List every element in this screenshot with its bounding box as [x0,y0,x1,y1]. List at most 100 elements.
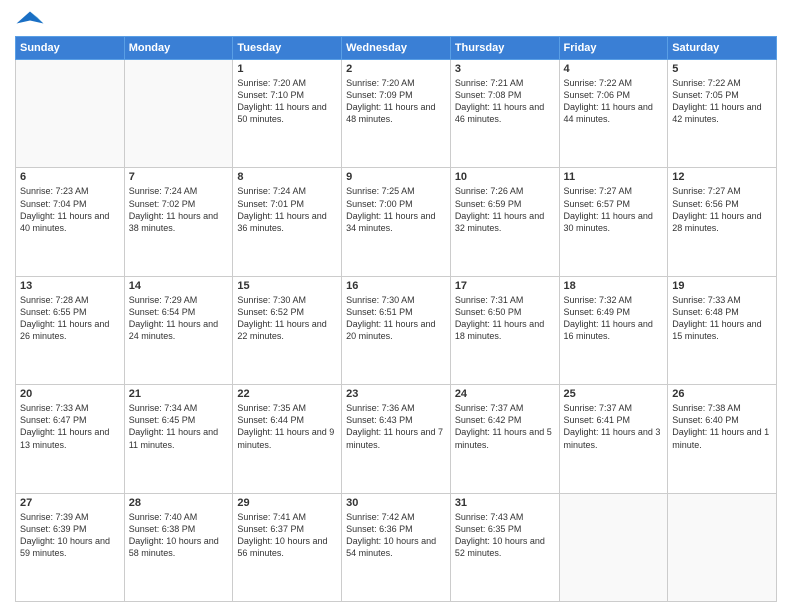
sunset-label: Sunset: 6:49 PM [564,307,631,317]
daylight-label: Daylight: 11 hours and 16 minutes. [564,319,653,341]
sunrise-label: Sunrise: 7:37 AM [455,403,524,413]
sunrise-label: Sunrise: 7:28 AM [20,295,89,305]
daylight-label: Daylight: 11 hours and 20 minutes. [346,319,435,341]
sunset-label: Sunset: 6:44 PM [237,415,304,425]
sunset-label: Sunset: 6:54 PM [129,307,196,317]
calendar-week-5: 27Sunrise: 7:39 AMSunset: 6:39 PMDayligh… [16,493,777,601]
daylight-label: Daylight: 11 hours and 9 minutes. [237,427,334,449]
sunset-label: Sunset: 7:01 PM [237,199,304,209]
daylight-label: Daylight: 11 hours and 36 minutes. [237,211,326,233]
day-number: 6 [20,171,120,183]
calendar-cell: 2 Sunrise: 7:20 AMSunset: 7:09 PMDaylight… [342,60,451,168]
sunrise-label: Sunrise: 7:23 AM [20,186,89,196]
sunrise-label: Sunrise: 7:25 AM [346,186,415,196]
sunrise-label: Sunrise: 7:32 AM [564,295,633,305]
calendar-cell: 31Sunrise: 7:43 AMSunset: 6:35 PMDayligh… [450,493,559,601]
daylight-label: Daylight: 11 hours and 7 minutes. [346,427,443,449]
day-number: 5 [672,63,772,75]
day-number: 22 [237,388,337,400]
calendar-cell: 8Sunrise: 7:24 AMSunset: 7:01 PMDaylight… [233,168,342,276]
calendar-cell: 24 Sunrise: 7:37 AMSunset: 6:42 PMDayligh… [450,385,559,493]
day-detail: Sunrise: 7:33 AMSunset: 6:47 PMDaylight:… [20,402,120,451]
sunrise-label: Sunrise: 7:37 AM [564,403,633,413]
day-detail: Sunrise: 7:37 AMSunset: 6:42 PMDaylight:… [455,402,555,451]
day-number: 17 [455,280,555,292]
sunrise-label: Sunrise: 7:22 AM [564,78,633,88]
day-number: 2 [346,63,446,75]
calendar-cell: 10Sunrise: 7:26 AMSunset: 6:59 PMDayligh… [450,168,559,276]
sunset-label: Sunset: 6:41 PM [564,415,631,425]
sunrise-label: Sunrise: 7:40 AM [129,512,198,522]
sunset-label: Sunset: 6:45 PM [129,415,196,425]
calendar-cell: 7Sunrise: 7:24 AMSunset: 7:02 PMDaylight… [124,168,233,276]
sunrise-label: Sunrise: 7:24 AM [237,186,306,196]
sunset-label: Sunset: 6:50 PM [455,307,522,317]
day-number: 24 [455,388,555,400]
sunset-label: Sunset: 7:05 PM [672,90,739,100]
weekday-header-saturday: Saturday [668,37,777,60]
day-number: 13 [20,280,120,292]
day-detail: Sunrise: 7:20 AMSunset: 7:09 PMDaylight:… [346,77,446,126]
calendar-cell: 28Sunrise: 7:40 AMSunset: 6:38 PMDayligh… [124,493,233,601]
day-number: 3 [455,63,555,75]
day-detail: Sunrise: 7:22 AMSunset: 7:05 PMDaylight:… [672,77,772,126]
daylight-label: Daylight: 11 hours and 44 minutes. [564,102,653,124]
day-number: 14 [129,280,229,292]
day-detail: Sunrise: 7:20 AMSunset: 7:10 PMDaylight:… [237,77,337,126]
calendar-cell: 17Sunrise: 7:31 AMSunset: 6:50 PMDayligh… [450,276,559,384]
day-number: 9 [346,171,446,183]
sunset-label: Sunset: 7:10 PM [237,90,304,100]
day-detail: Sunrise: 7:27 AMSunset: 6:57 PMDaylight:… [564,185,664,234]
daylight-label: Daylight: 11 hours and 28 minutes. [672,211,761,233]
calendar-cell: 20Sunrise: 7:33 AMSunset: 6:47 PMDayligh… [16,385,125,493]
calendar-cell: 11Sunrise: 7:27 AMSunset: 6:57 PMDayligh… [559,168,668,276]
calendar-cell: 22 Sunrise: 7:35 AM Sunset: 6:44 PM Dayligh… [233,385,342,493]
sunset-label: Sunset: 6:35 PM [455,524,522,534]
calendar-cell: 6Sunrise: 7:23 AMSunset: 7:04 PMDaylight… [16,168,125,276]
weekday-header-sunday: Sunday [16,37,125,60]
daylight-label: Daylight: 11 hours and 22 minutes. [237,319,326,341]
weekday-header-thursday: Thursday [450,37,559,60]
day-detail: Sunrise: 7:35 AM Sunset: 6:44 PM Daylight:… [237,402,337,451]
calendar-week-2: 6Sunrise: 7:23 AMSunset: 7:04 PMDaylight… [16,168,777,276]
day-detail: Sunrise: 7:42 AMSunset: 6:36 PMDaylight:… [346,511,446,560]
daylight-label: Daylight: 11 hours and 15 minutes. [672,319,761,341]
daylight-label: Daylight: 11 hours and 26 minutes. [20,319,109,341]
calendar-cell: 26Sunrise: 7:38 AMSunset: 6:40 PMDayligh… [668,385,777,493]
sunset-label: Sunset: 6:47 PM [20,415,87,425]
page: SundayMondayTuesdayWednesdayThursdayFrid… [0,0,792,612]
sunrise-label: Sunrise: 7:39 AM [20,512,89,522]
daylight-label: Daylight: 11 hours and 5 minutes. [455,427,552,449]
sunrise-label: Sunrise: 7:35 AM [237,403,306,413]
daylight-label: Daylight: 11 hours and 30 minutes. [564,211,653,233]
calendar-cell: 12Sunrise: 7:27 AMSunset: 6:56 PMDayligh… [668,168,777,276]
day-detail: Sunrise: 7:30 AMSunset: 6:51 PMDaylight:… [346,294,446,343]
day-number: 30 [346,497,446,509]
sunset-label: Sunset: 6:52 PM [237,307,304,317]
sunrise-label: Sunrise: 7:36 AM [346,403,415,413]
calendar-cell: 13 Sunrise: 7:28 AM Sunset: 6:55 PM Dayligh… [16,276,125,384]
sunset-label: Sunset: 6:55 PM [20,307,87,317]
day-number: 15 [237,280,337,292]
day-detail: Sunrise: 7:39 AMSunset: 6:39 PMDaylight:… [20,511,120,560]
daylight-label: Daylight: 11 hours and 48 minutes. [346,102,435,124]
weekday-header-tuesday: Tuesday [233,37,342,60]
calendar-cell: 1Sunrise: 7:20 AMSunset: 7:10 PMDaylight… [233,60,342,168]
sunset-label: Sunset: 6:57 PM [564,199,631,209]
day-detail: Sunrise: 7:22 AMSunset: 7:06 PMDaylight:… [564,77,664,126]
calendar-cell: 3Sunrise: 7:21 AMSunset: 7:08 PMDaylight… [450,60,559,168]
day-detail: Sunrise: 7:24 AMSunset: 7:02 PMDaylight:… [129,185,229,234]
day-detail: Sunrise: 7:43 AMSunset: 6:35 PMDaylight:… [455,511,555,560]
sunset-label: Sunset: 7:02 PM [129,199,196,209]
sunset-label: Sunset: 6:43 PM [346,415,413,425]
daylight-label: Daylight: 11 hours and 50 minutes. [237,102,326,124]
sunset-label: Sunset: 6:38 PM [129,524,196,534]
sunrise-label: Sunrise: 7:30 AM [346,295,415,305]
day-detail: Sunrise: 7:36 AM Sunset: 6:43 PM Daylight:… [346,402,446,451]
sunset-label: Sunset: 6:39 PM [20,524,87,534]
day-number: 19 [672,280,772,292]
calendar-week-4: 20Sunrise: 7:33 AMSunset: 6:47 PMDayligh… [16,385,777,493]
day-detail: Sunrise: 7:34 AMSunset: 6:45 PMDaylight:… [129,402,229,451]
daylight-label: Daylight: 10 hours and 54 minutes. [346,536,436,558]
day-detail: Sunrise: 7:25 AMSunset: 7:00 PMDaylight:… [346,185,446,234]
